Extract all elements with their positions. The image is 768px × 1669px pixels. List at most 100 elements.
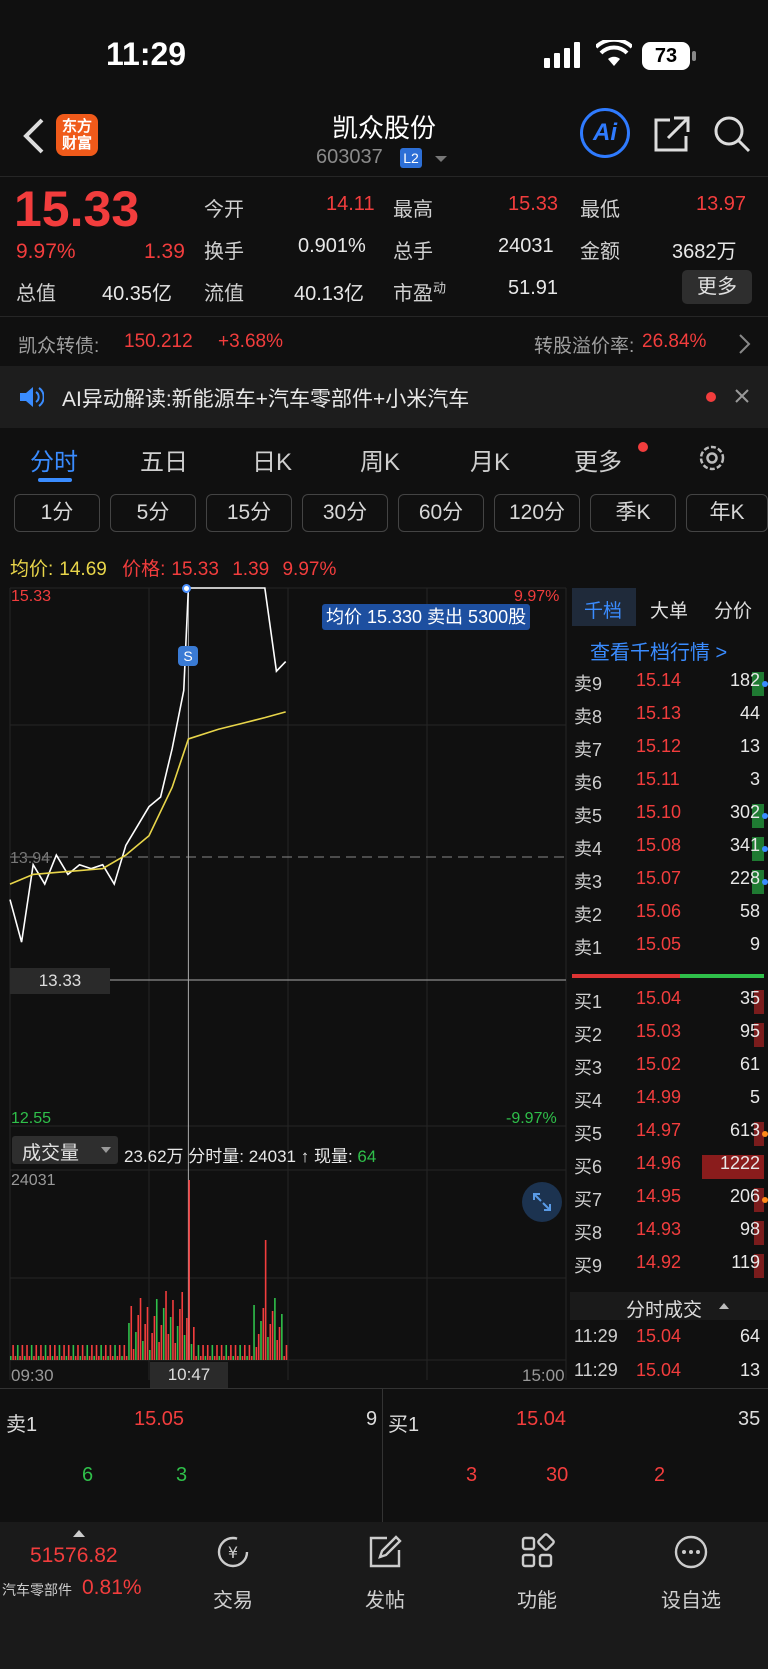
sell-marker[interactable]: S — [178, 646, 198, 666]
buy1-vol: 35 — [738, 1408, 761, 1430]
volume-bar — [260, 1321, 262, 1360]
dropdown-icon[interactable] — [434, 154, 448, 164]
ask-row[interactable]: 卖9 15.14 182 — [572, 670, 768, 700]
level2-badge[interactable]: L2 — [400, 148, 422, 168]
nav-trade[interactable]: ¥ 交易 — [178, 1532, 288, 1613]
bid-row[interactable]: 买1 15.04 35 — [572, 988, 768, 1018]
volume-bar — [267, 1337, 269, 1360]
row-label: 买8 — [574, 1223, 603, 1243]
row-label: 卖3 — [574, 872, 603, 892]
row-volume: 3 — [749, 769, 760, 789]
order-dot — [762, 681, 768, 687]
volume-bar — [33, 1356, 35, 1360]
trade-row: 11:29 15.04 64 — [572, 1326, 768, 1356]
period-30min[interactable]: 30分 — [302, 494, 388, 532]
volume-selector[interactable]: 成交量 — [12, 1136, 118, 1164]
volume-bar — [183, 1335, 186, 1360]
bid-row[interactable]: 买4 14.99 5 — [572, 1087, 768, 1117]
index-name[interactable]: 汽车零部件 — [2, 1580, 72, 1600]
ask-row[interactable]: 卖6 15.11 3 — [572, 769, 768, 799]
order-link[interactable]: 查看千档行情 > — [590, 636, 727, 665]
period-60min[interactable]: 60分 — [398, 494, 484, 532]
ai-icon[interactable]: Ai — [580, 108, 630, 158]
tab-more[interactable]: 更多 — [574, 442, 622, 477]
status-time: 11:29 — [106, 36, 187, 72]
order-dot — [762, 846, 768, 852]
ask-row[interactable]: 卖3 15.07 228 — [572, 868, 768, 898]
bid-row[interactable]: 买6 14.96 1222 — [572, 1153, 768, 1183]
row-volume: 341 — [729, 835, 760, 855]
index-value[interactable]: 51576.82 — [30, 1544, 118, 1568]
sell-queue-item: 3 — [176, 1464, 188, 1486]
period-5min[interactable]: 5分 — [110, 494, 196, 532]
speaker-icon — [20, 387, 44, 407]
period-120min[interactable]: 120分 — [494, 494, 580, 532]
volume-bar — [278, 1327, 281, 1360]
tab-month-k[interactable]: 月K — [470, 442, 510, 477]
ask-row[interactable]: 卖2 15.06 58 — [572, 901, 768, 931]
value-market-cap: 40.35亿 — [102, 283, 173, 305]
search-icon[interactable] — [712, 114, 752, 154]
bid-row[interactable]: 买9 14.92 119 — [572, 1252, 768, 1282]
volume-bar — [49, 1345, 51, 1360]
share-icon[interactable] — [652, 114, 692, 154]
bid-row[interactable]: 买5 14.97 613 — [572, 1120, 768, 1150]
ask-row[interactable]: 卖5 15.10 302 — [572, 802, 768, 832]
nav-watchlist[interactable]: 设自选 — [636, 1532, 746, 1613]
ai-bar-text[interactable]: AI异动解读:新能源车+汽车零部件+小米汽车 — [62, 383, 469, 413]
nav-post[interactable]: 发帖 — [330, 1532, 440, 1613]
row-price: 15.13 — [636, 703, 682, 723]
close-icon[interactable] — [734, 388, 750, 404]
ask-row[interactable]: 卖8 15.13 44 — [572, 703, 768, 733]
bid-row[interactable]: 买8 14.93 98 — [572, 1219, 768, 1249]
value-high: 15.33 — [508, 193, 559, 215]
row-price: 15.11 — [636, 769, 680, 789]
time-end: 15:00 — [522, 1366, 565, 1385]
bid-row[interactable]: 买7 14.95 206 — [572, 1186, 768, 1216]
order-tab-large[interactable]: 大单 — [650, 596, 688, 623]
ask-row[interactable]: 卖1 15.05 9 — [572, 934, 768, 964]
tab-5day[interactable]: 五日 — [140, 442, 188, 477]
trades-header[interactable]: 分时成交 — [570, 1292, 768, 1321]
volume-bar — [84, 1356, 86, 1360]
cursor-point — [182, 584, 191, 593]
volume-bar — [237, 1356, 239, 1360]
volume-bar — [155, 1299, 158, 1360]
volume-bar — [209, 1356, 211, 1360]
volume-bar — [86, 1345, 89, 1360]
order-tab-price[interactable]: 分价 — [714, 596, 752, 623]
row-volume: 182 — [729, 670, 760, 690]
row-price: 15.04 — [636, 988, 682, 1008]
order-tab-1000[interactable]: 千档 — [584, 596, 622, 623]
index-up-icon[interactable] — [72, 1528, 86, 1538]
volume-bar — [250, 1356, 253, 1360]
bid-row[interactable]: 买2 15.03 95 — [572, 1021, 768, 1051]
tab-week-k[interactable]: 周K — [360, 442, 400, 477]
ask-row[interactable]: 卖4 15.08 341 — [572, 835, 768, 865]
volume-bar — [91, 1345, 93, 1360]
volume-bar — [223, 1356, 225, 1360]
tab-intraday[interactable]: 分时 — [30, 442, 78, 477]
row-label: 卖4 — [574, 839, 603, 859]
chevron-right-icon[interactable] — [738, 333, 752, 355]
bond-name[interactable]: 凯众转债: — [18, 331, 99, 358]
period-quarter-k[interactable]: 季K — [590, 494, 676, 532]
bid-row[interactable]: 买3 15.02 61 — [572, 1054, 768, 1084]
volume-bar — [239, 1345, 241, 1360]
period-year-k[interactable]: 年K — [686, 494, 768, 532]
volume-bar — [116, 1356, 119, 1360]
nav-function[interactable]: 功能 — [482, 1532, 592, 1613]
period-15min[interactable]: 15分 — [206, 494, 292, 532]
settings-icon[interactable] — [696, 442, 728, 474]
nav-trade-label: 交易 — [213, 1590, 253, 1612]
ask-row[interactable]: 卖7 15.12 13 — [572, 736, 768, 766]
row-label: 卖1 — [574, 938, 603, 958]
period-1min[interactable]: 1分 — [14, 494, 100, 532]
row-volume: 44 — [739, 703, 760, 723]
tab-day-k[interactable]: 日K — [252, 442, 292, 477]
expand-button[interactable] — [522, 1182, 562, 1222]
more-button[interactable]: 更多 — [682, 270, 752, 304]
volume-bar — [248, 1345, 251, 1360]
row-volume: 1222 — [719, 1153, 760, 1173]
volume-bar — [202, 1345, 204, 1360]
